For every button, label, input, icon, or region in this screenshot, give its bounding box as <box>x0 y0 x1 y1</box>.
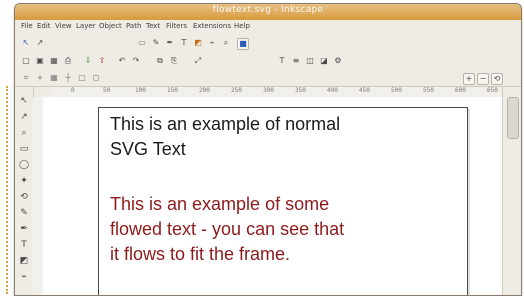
ruler-tick: 550 <box>423 87 434 94</box>
snap-nodes-icon[interactable]: ⋄ <box>35 73 45 83</box>
ruler-tick: 500 <box>391 87 402 94</box>
toolbox-text-icon[interactable]: T <box>18 239 30 251</box>
paste-icon[interactable]: ⎘ <box>169 56 179 66</box>
undo-icon[interactable]: ↶ <box>117 56 127 66</box>
ruler-tick: 250 <box>231 87 242 94</box>
toolbox-dropper-icon[interactable]: ⌁ <box>18 271 30 283</box>
snap-bbox-icon[interactable]: ◻ <box>91 73 101 83</box>
dotted-margin <box>6 86 12 294</box>
ruler-tick: 0 <box>71 87 75 94</box>
menu-object[interactable]: Object <box>99 22 122 30</box>
snap-guides-icon[interactable]: ┼ <box>63 73 73 83</box>
toolbox-spiral-icon[interactable]: ⟲ <box>18 191 30 203</box>
import-icon[interactable]: ⇩ <box>83 56 93 66</box>
toolbox-pen-icon[interactable]: ✒ <box>18 223 30 235</box>
zoom-out-icon[interactable]: − <box>477 73 489 85</box>
normal-svg-text[interactable]: This is an example of normal SVG Text <box>110 112 450 162</box>
toolbox-rect-icon[interactable]: ▭ <box>18 143 30 155</box>
toolbar-snap: ⌗ ⋄ ▦ ┼ ▢ ◻ + − ⟲ <box>15 70 521 87</box>
redo-icon[interactable]: ↷ <box>131 56 141 66</box>
text-icon[interactable]: T <box>179 38 189 48</box>
node-icon[interactable]: ↗ <box>35 38 45 48</box>
ruler-tick: 400 <box>327 87 338 94</box>
page-stage: flowtext.svg - Inkscape File Edit View L… <box>0 0 524 296</box>
scrollbar-thumb[interactable] <box>507 97 519 139</box>
selector-icon[interactable]: ↖ <box>21 38 31 48</box>
title-bar[interactable]: flowtext.svg - Inkscape <box>15 4 521 21</box>
calligraphy-icon[interactable]: ✒ <box>165 38 175 48</box>
rect-icon[interactable]: ▭ <box>137 38 147 48</box>
transform-icon[interactable]: ⟲ <box>491 73 503 85</box>
toolbox: ↖ ↗ ⌕ ▭ ◯ ✦ ⟲ ✎ ✒ T ◩ ⌁ <box>15 87 34 295</box>
toolbox-gradient-icon[interactable]: ◩ <box>18 255 30 267</box>
new-doc-icon[interactable]: ▢ <box>21 56 31 66</box>
gradient-icon[interactable]: ◩ <box>193 38 203 48</box>
toolbox-star-icon[interactable]: ✦ <box>18 175 30 187</box>
menu-extensions[interactable]: Extensions <box>193 22 231 30</box>
text-tool-icon[interactable]: T <box>277 56 287 66</box>
menu-text[interactable]: Text <box>146 22 160 30</box>
menu-view[interactable]: View <box>55 22 72 30</box>
ruler-tick: 100 <box>135 87 146 94</box>
ruler-tick: 650 <box>487 87 498 94</box>
toolbox-pencil-icon[interactable]: ✎ <box>18 207 30 219</box>
align-icon[interactable]: ≡ <box>291 56 301 66</box>
toolbox-circle-icon[interactable]: ◯ <box>18 159 30 171</box>
color-swatch-icon[interactable]: ■ <box>237 38 249 50</box>
zoom-icon[interactable]: ⌕ <box>221 38 231 48</box>
menu-help[interactable]: Help <box>234 22 250 30</box>
group-icon[interactable]: ◫ <box>305 56 315 66</box>
menu-bar: File Edit View Layer Object Path Text Fi… <box>15 20 521 34</box>
snap-icon[interactable]: ⌗ <box>21 73 31 83</box>
ruler-tick: 50 <box>103 87 111 94</box>
ungroup-icon[interactable]: ◪ <box>319 56 329 66</box>
snap-grid-icon[interactable]: ▦ <box>49 73 59 83</box>
page-frame: This is an example of normal SVG Text Th… <box>98 107 468 295</box>
copy-icon[interactable]: ⧉ <box>155 56 165 66</box>
ruler-tick: 350 <box>295 87 306 94</box>
ruler-tick: 600 <box>455 87 466 94</box>
open-icon[interactable]: ▣ <box>35 56 45 66</box>
preferences-icon[interactable]: ⚙ <box>333 56 343 66</box>
dropper-icon[interactable]: ⌁ <box>207 38 217 48</box>
export-icon[interactable]: ⇧ <box>97 56 107 66</box>
menu-file[interactable]: File <box>21 22 33 30</box>
menu-path[interactable]: Path <box>126 22 141 30</box>
inkscape-window: flowtext.svg - Inkscape File Edit View L… <box>14 3 522 296</box>
menu-layer[interactable]: Layer <box>76 22 96 30</box>
ruler-tick: 200 <box>199 87 210 94</box>
save-icon[interactable]: ▦ <box>49 56 59 66</box>
zoom-fit-icon[interactable]: ⤢ <box>193 56 203 66</box>
ruler-tick: 150 <box>167 87 178 94</box>
canvas[interactable]: This is an example of normal SVG Text Th… <box>43 97 521 295</box>
toolbox-selector-icon[interactable]: ↖ <box>18 95 30 107</box>
vertical-scrollbar[interactable] <box>502 87 521 295</box>
toolbar-controls: ▢ ▣ ▦ ⎙ ⇩ ⇧ ↶ ↷ ⧉ ⎘ ⤢ T ≡ ◫ ◪ ⚙ <box>15 52 521 71</box>
zoom-in-icon[interactable]: + <box>463 73 475 85</box>
toolbox-node-icon[interactable]: ↗ <box>18 111 30 123</box>
window-title: flowtext.svg - Inkscape <box>212 5 324 15</box>
toolbox-zoom-icon[interactable]: ⌕ <box>18 127 30 139</box>
snap-page-icon[interactable]: ▢ <box>77 73 87 83</box>
print-icon[interactable]: ⎙ <box>63 56 73 66</box>
flowed-text[interactable]: This is an example of some flowed text -… <box>110 192 450 267</box>
menu-filters[interactable]: Filters <box>166 22 187 30</box>
ruler-tick: 450 <box>359 87 370 94</box>
menu-edit[interactable]: Edit <box>37 22 51 30</box>
ruler-tick: 300 <box>263 87 274 94</box>
toolbar-commands: ↖ ↗ ▭ ✎ ✒ T ◩ ⌁ ⌕ ■ <box>15 34 521 53</box>
pen-icon[interactable]: ✎ <box>151 38 161 48</box>
